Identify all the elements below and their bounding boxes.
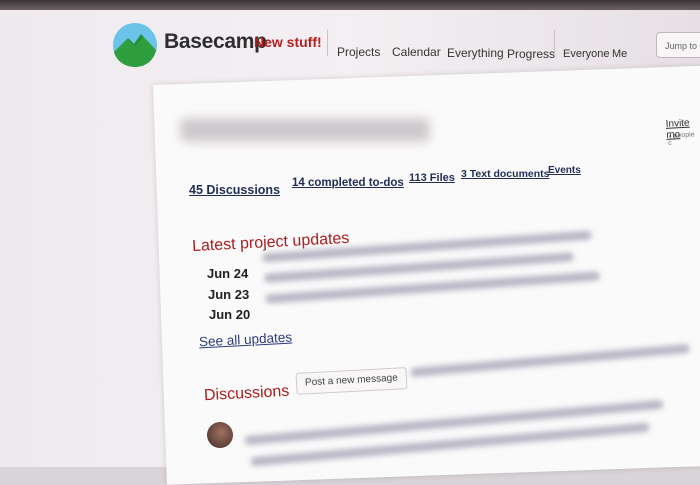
search-input[interactable]: Jump to	[656, 32, 700, 58]
new-stuff-link[interactable]: New stuff!	[254, 34, 322, 50]
update-date: Jun 20	[209, 307, 251, 322]
people-count: 7 people c	[667, 131, 695, 147]
project-title-blurred	[180, 118, 430, 142]
tab-files[interactable]: 113 Files	[409, 172, 455, 184]
nav-divider	[327, 30, 328, 56]
nav-projects[interactable]: Projects	[337, 45, 380, 59]
nav-everyone[interactable]: Everyone	[563, 48, 609, 60]
brand-name[interactable]: Basecamp	[164, 30, 267, 54]
basecamp-logo	[113, 23, 157, 67]
monitor-bezel	[0, 0, 700, 10]
tab-text-documents[interactable]: 3 Text documents	[461, 168, 550, 180]
tab-discussions[interactable]: 45 Discussions	[189, 183, 280, 197]
nav-calendar[interactable]: Calendar	[392, 45, 441, 59]
update-date: Jun 23	[208, 287, 250, 302]
tab-events[interactable]: Events	[548, 165, 581, 176]
nav-me[interactable]: Me	[612, 48, 627, 60]
nav-everything[interactable]: Everything	[447, 46, 504, 60]
nav-progress[interactable]: Progress	[507, 47, 555, 61]
tab-completed-todos[interactable]: 14 completed to-dos	[292, 177, 404, 189]
update-date: Jun 24	[207, 266, 249, 281]
nav-divider	[554, 30, 555, 56]
avatar	[207, 422, 233, 448]
